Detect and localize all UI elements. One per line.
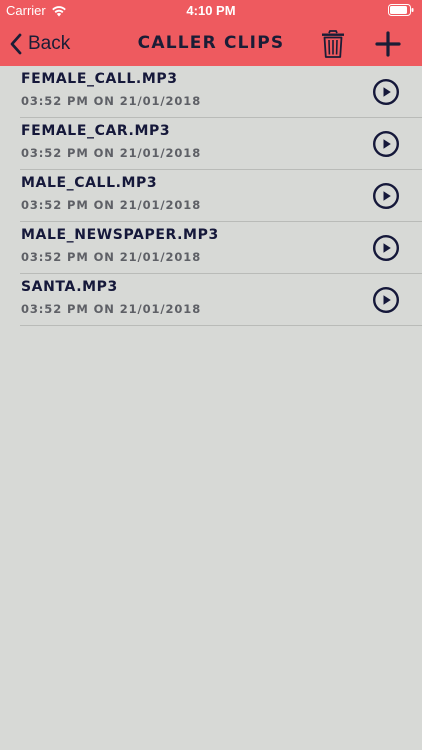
play-button[interactable] (372, 234, 400, 262)
clip-timestamp: 03:52 PM ON 21/01/2018 (21, 250, 202, 264)
back-label: Back (28, 33, 71, 54)
clip-timestamp: 03:52 PM ON 21/01/2018 (21, 302, 202, 316)
list-item[interactable]: MALE_CALL.MP3 03:52 PM ON 21/01/2018 (20, 170, 422, 222)
plus-icon (375, 31, 401, 57)
play-button[interactable] (372, 130, 400, 158)
page-title: Caller Clips (137, 33, 285, 53)
carrier-label: Carrier (6, 3, 46, 18)
play-button[interactable] (372, 78, 400, 106)
play-circle-icon (372, 78, 400, 106)
list-item[interactable]: MALE_NEWSPAPER.MP3 03:52 PM ON 21/01/201… (20, 222, 422, 274)
clip-list: FEMALE_CALL.MP3 03:52 PM ON 21/01/2018 F… (20, 66, 422, 326)
chevron-left-icon (10, 33, 22, 55)
play-circle-icon (372, 286, 400, 314)
play-circle-icon (372, 182, 400, 210)
battery-icon (388, 4, 414, 16)
play-button[interactable] (372, 182, 400, 210)
delete-button[interactable] (318, 29, 348, 59)
clip-timestamp: 03:52 PM ON 21/01/2018 (21, 198, 202, 212)
navigation-bar: Back Caller Clips (0, 22, 422, 66)
clip-name: SANTA.MP3 (21, 279, 118, 295)
status-bar: Carrier 4:10 PM (0, 0, 422, 22)
list-item[interactable]: FEMALE_CALL.MP3 03:52 PM ON 21/01/2018 (20, 66, 422, 118)
list-item[interactable]: FEMALE_CAR.MP3 03:52 PM ON 21/01/2018 (20, 118, 422, 170)
clip-name: MALE_CALL.MP3 (21, 175, 158, 191)
clip-name: FEMALE_CAR.MP3 (21, 123, 171, 139)
list-item[interactable]: SANTA.MP3 03:52 PM ON 21/01/2018 (20, 274, 422, 326)
play-circle-icon (372, 234, 400, 262)
clip-name: MALE_NEWSPAPER.MP3 (21, 227, 219, 243)
carrier-group: Carrier (6, 3, 67, 18)
play-circle-icon (372, 130, 400, 158)
clip-timestamp: 03:52 PM ON 21/01/2018 (21, 146, 202, 160)
wifi-icon (51, 5, 66, 16)
back-button[interactable]: Back (10, 28, 70, 60)
play-button[interactable] (372, 286, 400, 314)
clip-name: FEMALE_CALL.MP3 (21, 71, 178, 87)
add-clip-button[interactable] (374, 30, 402, 58)
clip-timestamp: 03:52 PM ON 21/01/2018 (21, 94, 202, 108)
trash-icon (322, 30, 344, 58)
